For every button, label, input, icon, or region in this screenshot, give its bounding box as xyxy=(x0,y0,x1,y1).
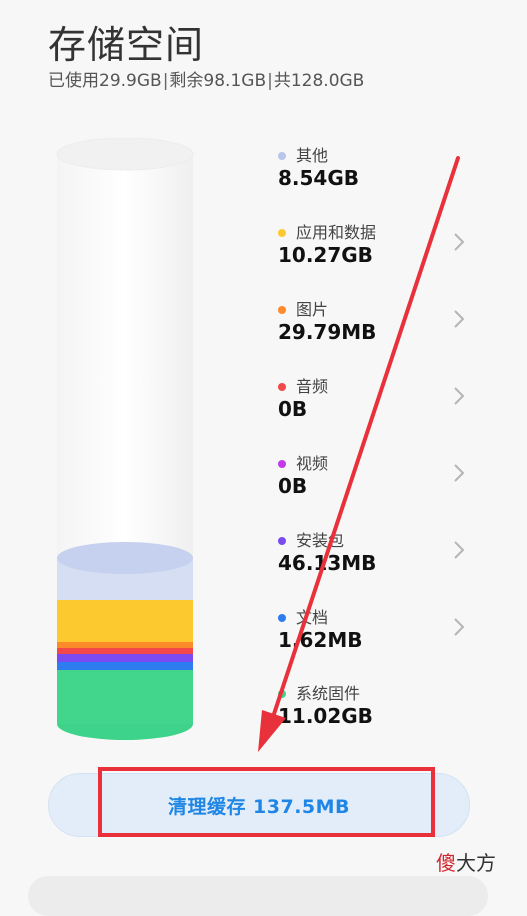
category-size: 29.79MB xyxy=(278,320,377,344)
category-size: 11.02GB xyxy=(278,704,373,728)
watermark-rest: 大方 xyxy=(456,851,496,875)
category-size: 8.54GB xyxy=(278,166,360,190)
storage-cylinder-chart xyxy=(56,138,194,740)
color-dot xyxy=(278,306,286,314)
category-size: 0B xyxy=(278,397,308,421)
color-dot xyxy=(278,460,286,468)
used-storage: 已使用29.9GB xyxy=(48,71,162,91)
separator: | xyxy=(267,71,273,91)
chevron-right-icon xyxy=(454,464,465,482)
storage-summary: 已使用29.9GB|剩余98.1GB|共128.0GB xyxy=(48,66,364,91)
chevron-right-icon xyxy=(454,233,465,251)
category-apk[interactable]: 安装包 46.13MB xyxy=(278,527,478,583)
segment-system-firmware xyxy=(57,668,193,724)
category-label: 应用和数据 xyxy=(296,223,377,242)
color-dot xyxy=(278,614,286,622)
category-label: 音频 xyxy=(296,377,329,396)
remaining-storage: 剩余98.1GB xyxy=(169,71,267,91)
next-section-card xyxy=(28,876,488,916)
category-label: 视频 xyxy=(296,454,329,473)
category-documents[interactable]: 文档 1.62MB xyxy=(278,604,478,660)
category-other[interactable]: 其他 8.54GB xyxy=(278,142,478,198)
category-system-firmware: 系统固件 11.02GB xyxy=(278,680,478,736)
color-dot xyxy=(278,690,286,698)
chevron-right-icon xyxy=(454,618,465,636)
watermark-first-char: 傻 xyxy=(436,851,456,875)
segment-top xyxy=(57,542,193,574)
total-storage: 共128.0GB xyxy=(273,71,365,91)
category-images[interactable]: 图片 29.79MB xyxy=(278,296,478,352)
category-label: 图片 xyxy=(296,300,329,319)
category-label: 其他 xyxy=(296,146,329,165)
color-dot xyxy=(278,383,286,391)
category-size: 0B xyxy=(278,474,308,498)
category-size: 46.13MB xyxy=(278,551,377,575)
category-label: 系统固件 xyxy=(296,684,361,703)
annotation-highlight-box xyxy=(98,767,435,837)
category-video[interactable]: 视频 0B xyxy=(278,450,478,506)
category-apps-data[interactable]: 应用和数据 10.27GB xyxy=(278,219,478,275)
watermark: 傻大方 xyxy=(436,847,496,876)
separator: | xyxy=(162,71,169,91)
color-dot xyxy=(278,152,286,160)
category-label: 文档 xyxy=(296,608,329,627)
chevron-right-icon xyxy=(454,541,465,559)
category-audio[interactable]: 音频 0B xyxy=(278,373,478,429)
segment-apps xyxy=(57,598,193,642)
category-size: 10.27GB xyxy=(278,243,373,267)
color-dot xyxy=(278,229,286,237)
color-dot xyxy=(278,537,286,545)
category-size: 1.62MB xyxy=(278,628,363,652)
category-label: 安装包 xyxy=(296,531,345,550)
cylinder-top xyxy=(56,138,194,171)
page-title: 存储空间 xyxy=(48,23,205,67)
chevron-right-icon xyxy=(454,387,465,405)
chevron-right-icon xyxy=(454,310,465,328)
